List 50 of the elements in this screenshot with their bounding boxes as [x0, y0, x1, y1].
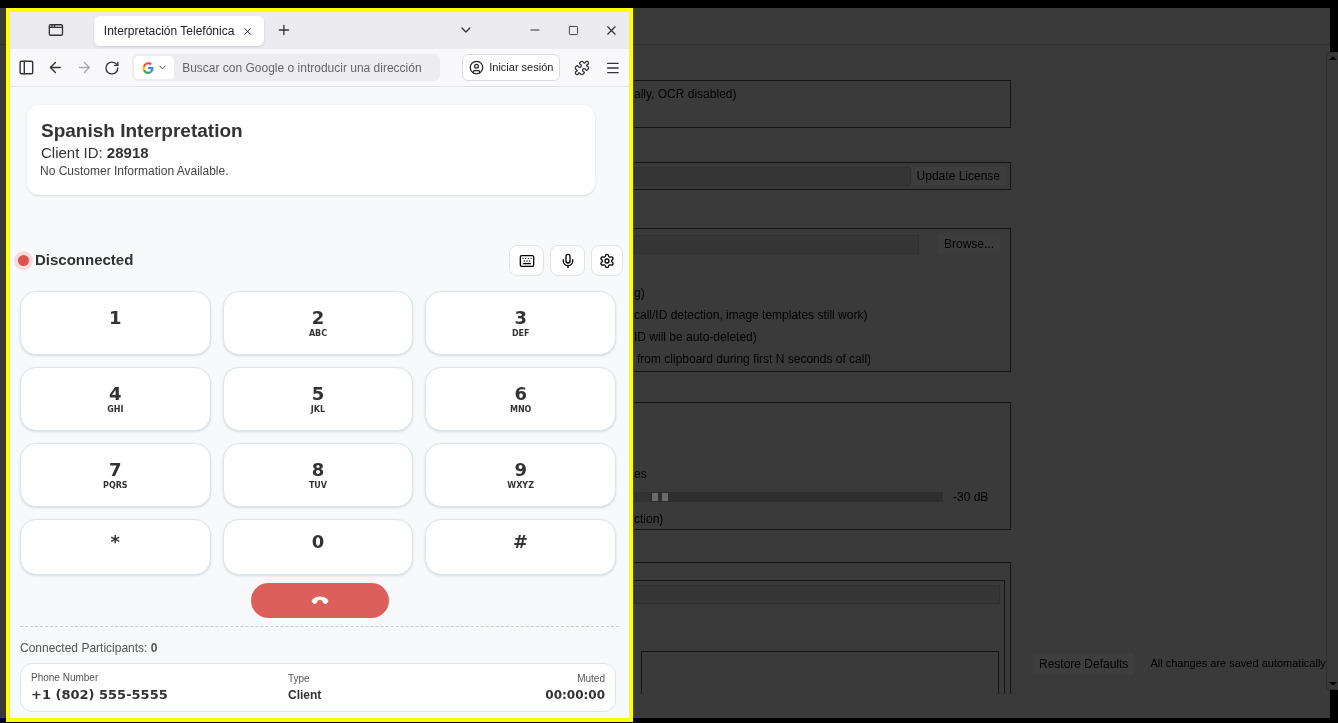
field-label: Phone Number: [31, 671, 99, 686]
slider-reading: -30 dB: [953, 488, 989, 506]
input-field[interactable]: [634, 234, 919, 254]
dial-key[interactable]: 9 WXYZ: [425, 443, 616, 507]
dial-key[interactable]: 0: [222, 519, 414, 575]
hint-text: ID will be auto-deleted): [634, 329, 757, 346]
dial-key[interactable]: 3 DEF: [425, 291, 616, 355]
hang-up-button[interactable]: [250, 583, 389, 618]
dial-key[interactable]: 4 GHI: [20, 367, 211, 431]
dial-key[interactable]: *: [20, 519, 211, 575]
dial-key[interactable]: 1: [20, 291, 211, 355]
keypad-button[interactable]: [509, 245, 544, 276]
maximize-icon[interactable]: [568, 25, 580, 36]
field-label: Type: [288, 672, 310, 686]
dial-key[interactable]: 8 TUV: [222, 443, 414, 507]
browser-tab[interactable]: Interpretación Telefónica: [93, 16, 264, 46]
hint-text: ally, OCR disabled): [634, 86, 737, 103]
field-label: Muted: [577, 672, 605, 686]
input-field[interactable]: [634, 585, 1000, 604]
dial-key[interactable]: #: [425, 519, 616, 575]
address-bar[interactable]: Buscar con Google o introducir una dirección: [132, 54, 441, 81]
sidebar-icon[interactable]: [18, 59, 35, 76]
slider-track[interactable]: [634, 491, 943, 502]
tab-list-icon[interactable]: [48, 22, 64, 38]
dial-key[interactable]: 7 PQRS: [20, 443, 211, 507]
extensions-icon[interactable]: [574, 59, 591, 76]
close-icon[interactable]: [604, 23, 619, 38]
participants-count: Connected Participants: 0: [20, 640, 158, 657]
call-title: Spanish Interpretation: [41, 119, 243, 143]
search-engine-button[interactable]: [134, 56, 175, 79]
call-timer: 00:00:00: [545, 687, 605, 704]
google-logo-icon: [140, 60, 155, 75]
reload-icon[interactable]: [104, 59, 121, 76]
keyboard-icon: [518, 252, 535, 269]
dial-key[interactable]: 5 JKL: [222, 367, 414, 431]
client-id-text: Client ID: 28918: [41, 143, 149, 163]
address-placeholder: Buscar con Google o introducir una dirección: [182, 59, 422, 77]
hint-text: ction): [634, 511, 664, 528]
microphone-button[interactable]: [550, 245, 585, 276]
user-icon: [469, 60, 485, 75]
participant-type: Client: [288, 687, 322, 704]
dial-key[interactable]: 6 MNO: [425, 367, 616, 431]
settings-icon: [599, 252, 615, 269]
sign-in-button[interactable]: Iniciar sesión: [462, 54, 561, 81]
dial-key[interactable]: 2 ABC: [222, 291, 414, 355]
phone-number: +1 (802) 555-5555: [31, 686, 168, 705]
customer-info-text: No Customer Information Available.: [40, 163, 229, 179]
input-field[interactable]: [634, 166, 911, 186]
connection-status: Disconnected: [35, 250, 134, 271]
settings-button[interactable]: [591, 245, 623, 276]
